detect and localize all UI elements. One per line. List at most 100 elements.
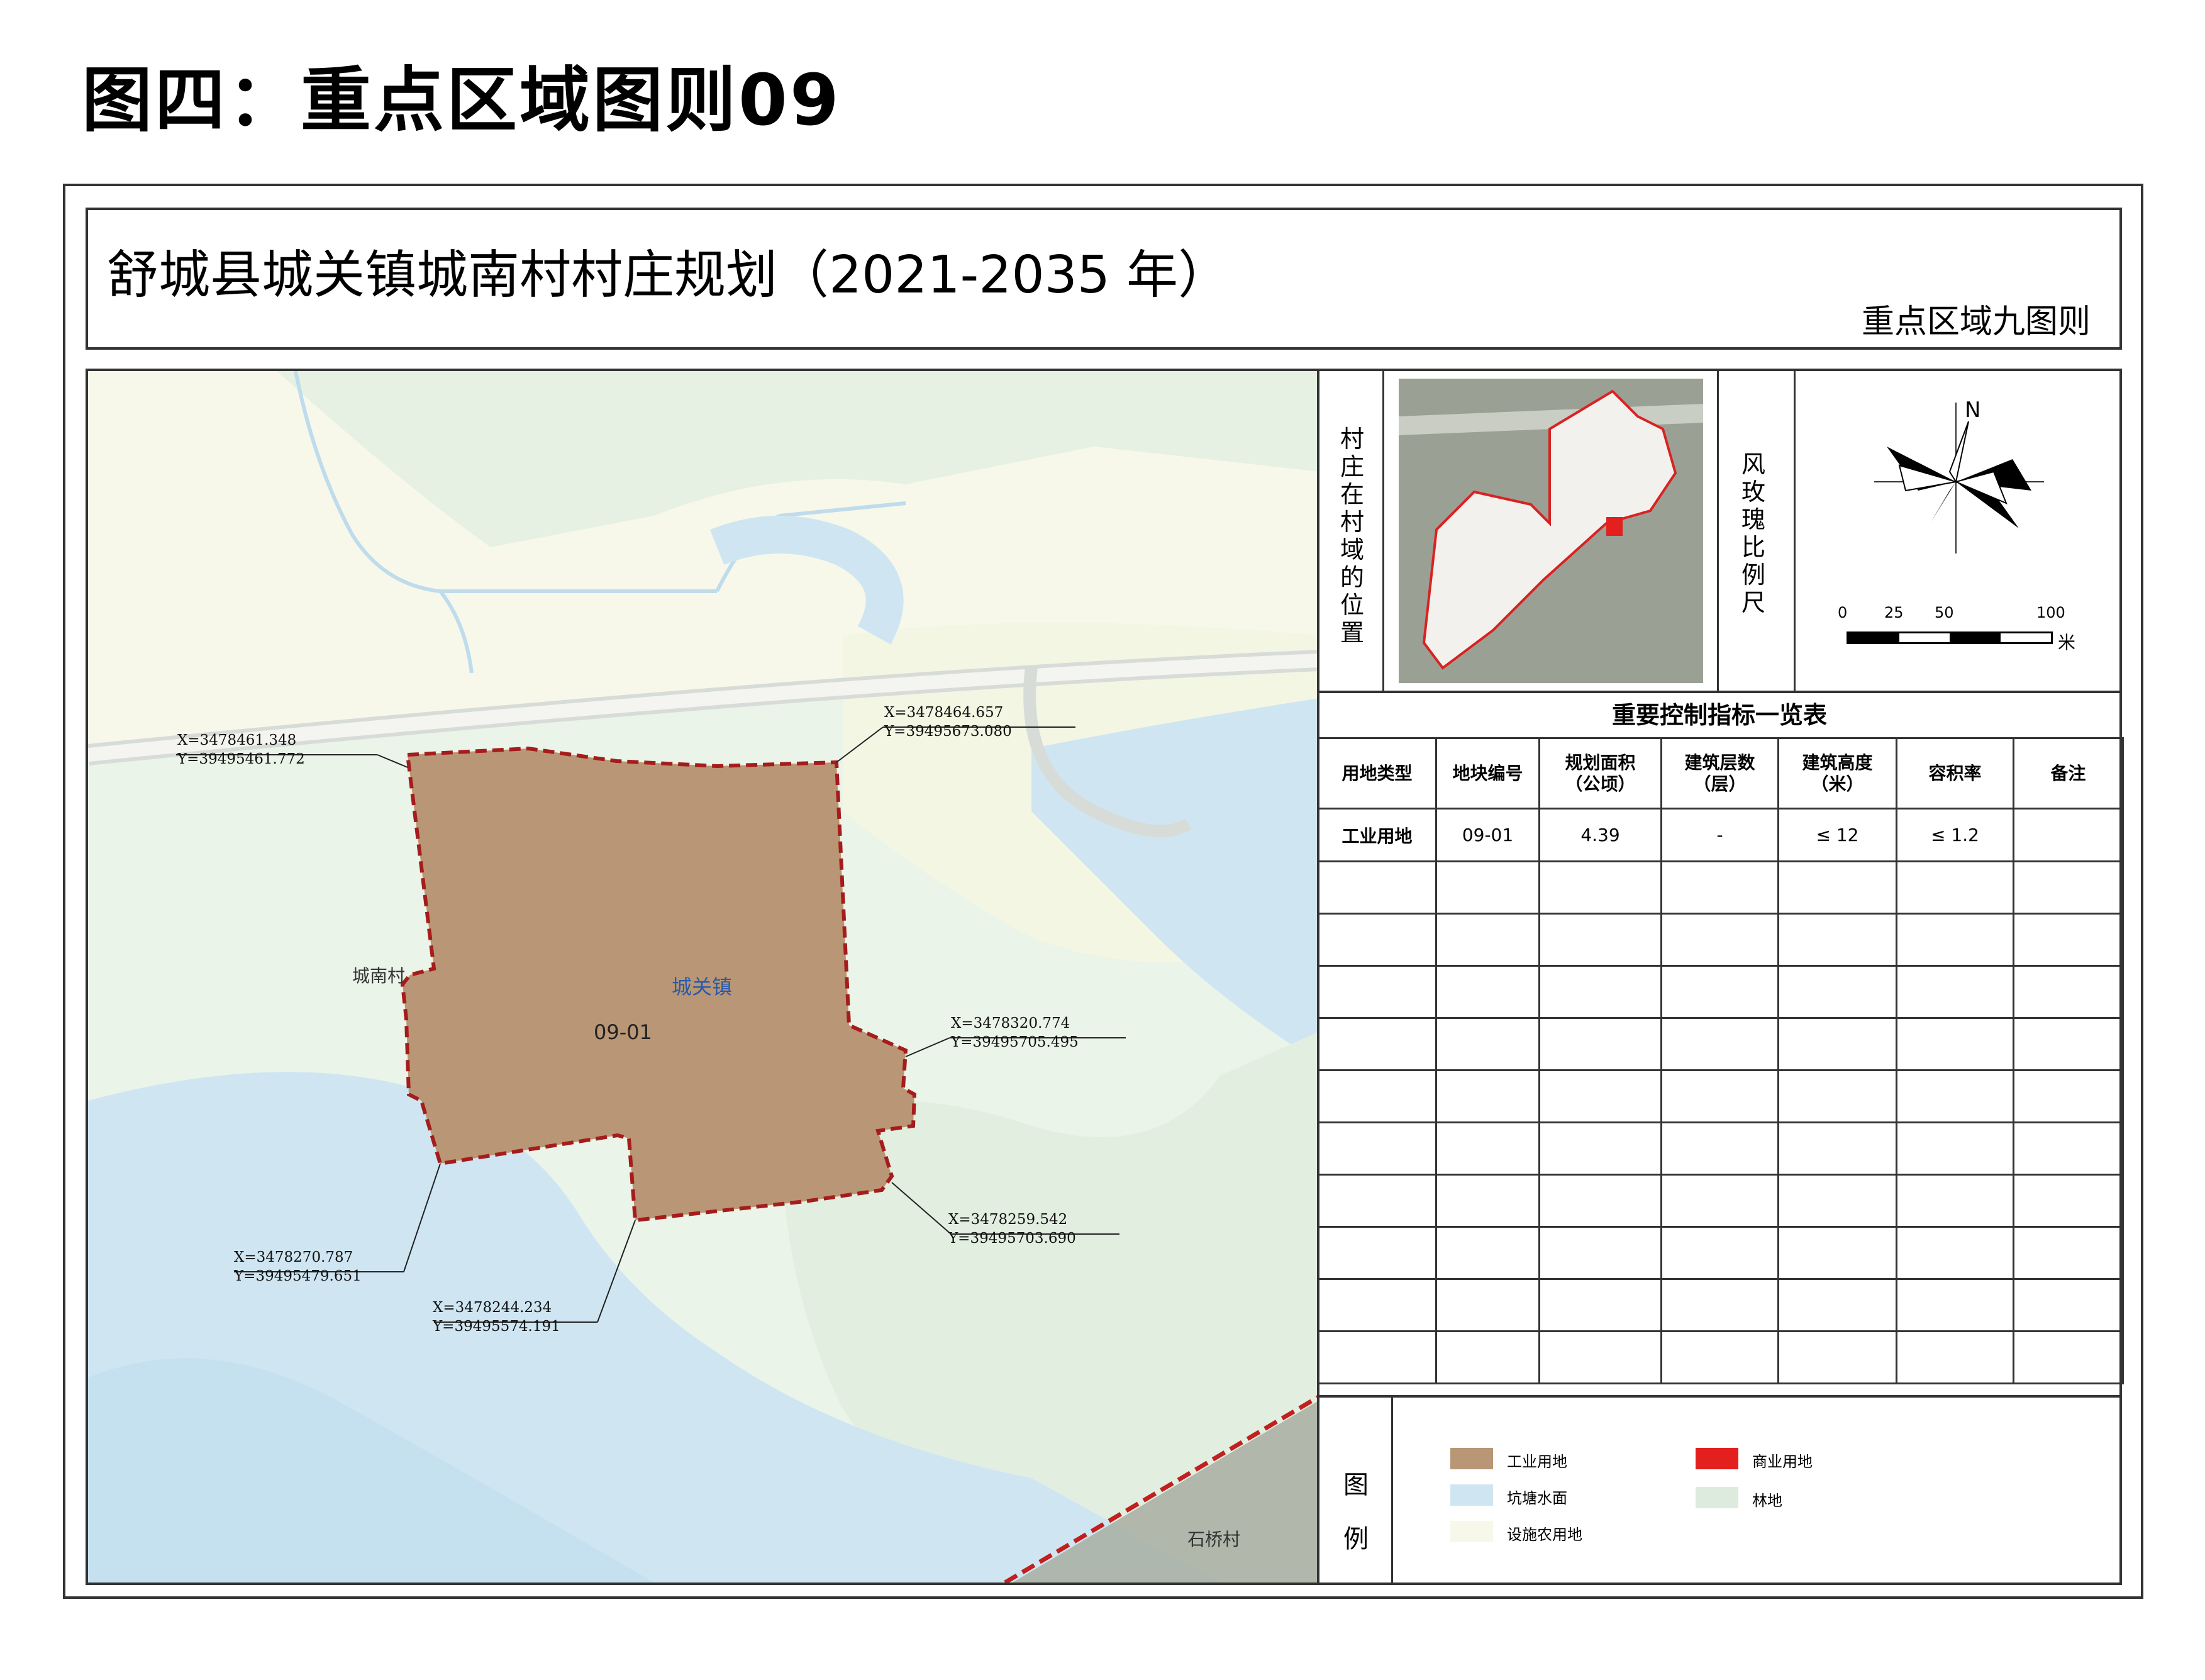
coord-x: X=3478259.542 <box>948 1211 1068 1228</box>
table-cell-empty <box>1777 1017 1897 1071</box>
legend-swatch <box>1696 1487 1738 1508</box>
table-cell-empty <box>1538 1121 1662 1176</box>
coord-y: Y=39495461.772 <box>177 751 305 767</box>
table-cell-empty <box>1435 1174 1540 1228</box>
table-cell-empty <box>2013 1226 2124 1280</box>
indicator-table-title: 重要控制指标一览表 <box>1611 701 1827 729</box>
table-row-empty <box>1317 1017 2124 1071</box>
table-cell-empty <box>1317 965 1437 1019</box>
table-cell-empty <box>1660 965 1779 1019</box>
table-cell-empty <box>1777 1174 1897 1228</box>
table-cell-empty <box>1538 860 1662 915</box>
table-cell-empty <box>1660 860 1779 915</box>
map-area[interactable]: X=3478461.348 Y=39495461.772 X=3478464.6… <box>88 371 1319 1583</box>
table-cell-empty <box>1317 1069 1437 1123</box>
village-label: 城南村 <box>352 965 406 986</box>
legend-swatch <box>1450 1448 1493 1469</box>
table-cell-empty <box>1896 860 2014 915</box>
table-cell-empty <box>2013 965 2124 1019</box>
coord-label-1: X=3478461.348 Y=39495461.772 <box>177 731 305 769</box>
table-cell-empty <box>1538 1278 1662 1332</box>
table-cell-empty <box>1896 1121 2014 1176</box>
header-height: 建筑高度 （米） <box>1777 737 1897 809</box>
plan-title: 舒城县城关镇城南村村庄规划（2021-2035 年） <box>107 245 1230 305</box>
table-cell-empty <box>1435 965 1540 1019</box>
parcel-label: 09-01 <box>594 1020 652 1044</box>
table-cell-empty <box>1317 860 1437 915</box>
table-cell-empty <box>1660 913 1779 967</box>
table-cell-empty <box>1777 913 1897 967</box>
panel-divider-2 <box>1317 1395 2122 1398</box>
coord-label-5: X=3478270.787 Y=39495479.651 <box>234 1248 362 1286</box>
header-floors: 建筑层数 （层） <box>1660 737 1779 809</box>
coord-x: X=3478270.787 <box>234 1249 353 1266</box>
cell-floors: - <box>1660 808 1779 862</box>
table-cell-empty <box>2013 860 2124 915</box>
cell-land-type: 工业用地 <box>1317 808 1437 862</box>
table-cell-empty <box>1660 1330 1779 1384</box>
coord-label-6: X=3478244.234 Y=39495574.191 <box>433 1298 560 1336</box>
table-cell-empty <box>1660 1174 1779 1228</box>
table-cell-empty <box>1538 965 1662 1019</box>
table-row-empty <box>1317 1121 2124 1176</box>
coord-x: X=3478464.657 <box>884 704 1004 721</box>
table-cell-empty <box>1777 860 1897 915</box>
table-cell-empty <box>1660 1278 1779 1332</box>
table-cell-empty <box>1435 860 1540 915</box>
table-cell-empty <box>1777 1226 1897 1280</box>
table-row-empty <box>1317 1226 2124 1280</box>
table-cell-empty <box>1435 1226 1540 1280</box>
table-cell-empty <box>2013 1069 2124 1123</box>
header-remarks: 备注 <box>2013 737 2124 809</box>
cell-height: ≤ 12 <box>1777 808 1897 862</box>
scale-tick-0: 0 <box>1838 604 1848 621</box>
table-cell-empty <box>1896 1278 2014 1332</box>
coord-y: Y=39495673.080 <box>884 723 1012 740</box>
legend-item-label: 林地 <box>1752 1492 1782 1510</box>
table-cell-empty <box>1896 1174 2014 1228</box>
header-far: 容积率 <box>1896 737 2014 809</box>
coord-y: Y=39495574.191 <box>433 1318 560 1335</box>
compass-divider <box>1717 371 1719 692</box>
coord-label-3: X=3478320.774 Y=39495705.495 <box>951 1014 1079 1052</box>
coord-label-2: X=3478464.657 Y=39495673.080 <box>884 703 1012 741</box>
coord-x: X=3478320.774 <box>951 1015 1070 1032</box>
indicator-table: 用地类型 地块编号 规划面积 （公顷） 建筑层数 （层） 建筑高度 （米） 容积… <box>1317 737 2124 1384</box>
table-cell-empty <box>2013 1121 2124 1176</box>
scale-tick-25: 25 <box>1884 604 1904 621</box>
table-cell-empty <box>1435 1330 1540 1384</box>
table-cell-empty <box>1777 1278 1897 1332</box>
table-cell-empty <box>1435 1017 1540 1071</box>
legend-item-label: 设施农用地 <box>1507 1526 1582 1544</box>
header-plot-id: 地块编号 <box>1435 737 1540 809</box>
table-row-empty <box>1317 1278 2124 1332</box>
plan-subtitle: 重点区域九图则 <box>1862 303 2091 341</box>
table-cell-empty <box>1896 1017 2014 1071</box>
legend-swatch <box>1696 1448 1738 1469</box>
table-cell-empty <box>1777 1069 1897 1123</box>
table-cell-empty <box>1435 1121 1540 1176</box>
parcel-09-01[interactable] <box>400 746 917 1223</box>
table-header-row: 用地类型 地块编号 规划面积 （公顷） 建筑层数 （层） 建筑高度 （米） 容积… <box>1317 737 2124 809</box>
table-cell-empty <box>1317 1174 1437 1228</box>
table-cell-empty <box>1660 1226 1779 1280</box>
legend-item-label: 坑塘水面 <box>1507 1489 1567 1507</box>
coord-label-4: X=3478259.542 Y=39495703.690 <box>948 1210 1076 1248</box>
table-cell-empty <box>1435 913 1540 967</box>
table-cell-empty <box>1777 965 1897 1019</box>
table-cell-empty <box>1317 1017 1437 1071</box>
north-label: N <box>1965 398 1981 423</box>
table-cell-empty <box>1896 913 2014 967</box>
legend-item-label: 工业用地 <box>1507 1453 1567 1471</box>
scale-tick-100: 100 <box>2036 604 2065 621</box>
table-cell-empty <box>1777 1330 1897 1384</box>
table-cell-empty <box>1317 1278 1437 1332</box>
legend-item-label: 商业用地 <box>1752 1453 1813 1471</box>
table-cell-empty <box>2013 913 2124 967</box>
town-label: 城关镇 <box>672 975 733 999</box>
table-row-empty <box>1317 860 2124 915</box>
location-label-divider <box>1382 371 1384 692</box>
village-label-shiqiao: 石桥村 <box>1187 1529 1241 1550</box>
table-row-empty <box>1317 1330 2124 1384</box>
legend-swatch <box>1450 1484 1493 1506</box>
